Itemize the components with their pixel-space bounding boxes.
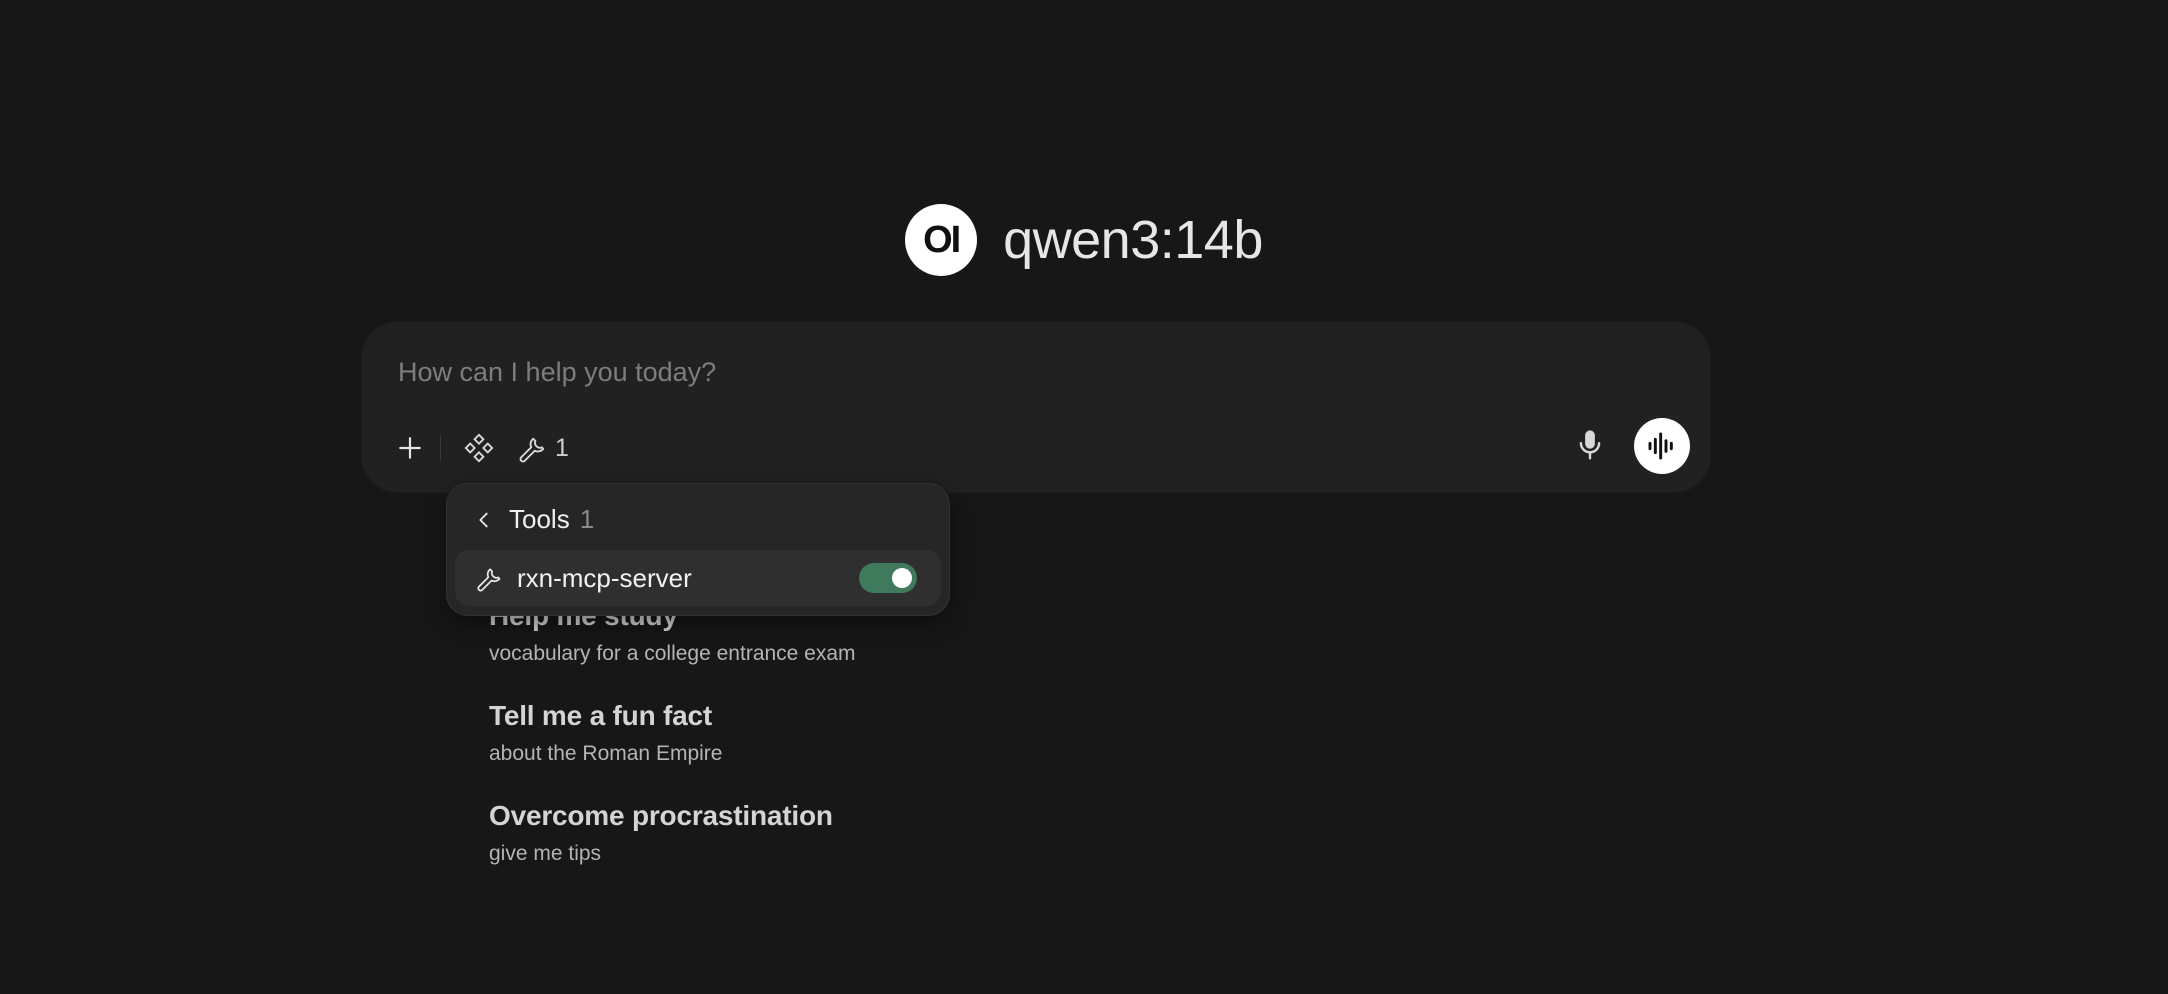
tool-toggle[interactable] xyxy=(859,563,917,593)
composer-toolbar: 1 xyxy=(390,424,569,472)
chevron-left-icon xyxy=(479,512,488,527)
mic-button[interactable] xyxy=(1570,425,1610,465)
diamond-grid-icon xyxy=(464,433,494,463)
tool-item-rxn-mcp-server[interactable]: rxn-mcp-server xyxy=(455,550,941,606)
tools-menu-title: Tools xyxy=(509,504,570,534)
model-name[interactable]: qwen3:14b xyxy=(1003,209,1263,271)
suggestion-subtitle: give me tips xyxy=(489,842,602,865)
suggestion-subtitle: about the Roman Empire xyxy=(489,742,723,765)
tool-item-label: rxn-mcp-server xyxy=(517,562,692,593)
logo-text: OI xyxy=(923,218,961,261)
wrench-icon xyxy=(477,568,501,592)
microphone-icon xyxy=(1579,430,1601,460)
tools-button[interactable]: 1 xyxy=(517,433,569,463)
audio-waveform-icon xyxy=(1648,432,1673,460)
tools-menu-count: 1 xyxy=(579,504,595,534)
message-input[interactable] xyxy=(396,356,1500,389)
tools-menu-back[interactable]: Tools 1 xyxy=(473,504,594,535)
suggestion-title: Tell me a fun fact xyxy=(489,700,713,731)
suggestion-item[interactable]: Tell me a fun fact about the Roman Empir… xyxy=(489,700,856,766)
model-header: OI qwen3:14b xyxy=(0,204,2168,276)
tools-menu: Tools 1 rxn-mcp-server xyxy=(446,483,950,616)
toolbar-divider xyxy=(440,435,441,461)
suggestion-item[interactable]: Overcome procrastination give me tips xyxy=(489,800,856,866)
voice-mode-button[interactable] xyxy=(1634,418,1690,474)
toggle-knob xyxy=(892,568,912,588)
chat-composer: 1 xyxy=(362,322,1710,492)
integrations-button[interactable] xyxy=(459,428,499,468)
suggestion-title: Overcome procrastination xyxy=(489,800,833,831)
suggestions-list: Help me study vocabulary for a college e… xyxy=(489,600,856,900)
add-button[interactable] xyxy=(390,428,430,468)
wrench-icon xyxy=(519,437,545,463)
tools-count: 1 xyxy=(555,433,569,462)
open-webui-logo: OI xyxy=(905,204,978,276)
plus-icon xyxy=(399,437,421,459)
suggestion-subtitle: vocabulary for a college entrance exam xyxy=(489,642,856,665)
